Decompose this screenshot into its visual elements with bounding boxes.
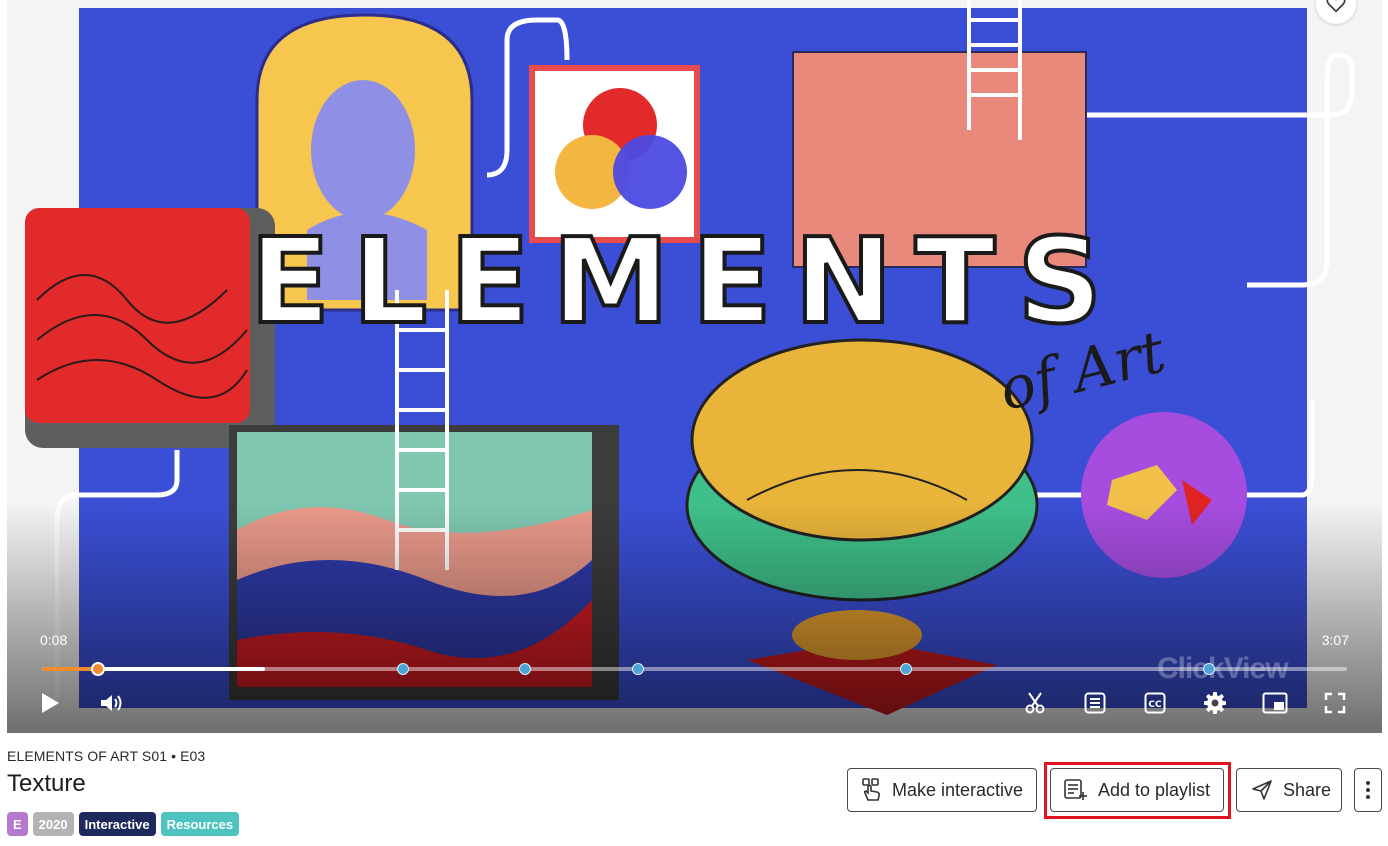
vertical-dots-icon bbox=[1366, 781, 1370, 799]
play-icon bbox=[42, 693, 59, 713]
interactive-badge: Interactive bbox=[78, 812, 156, 836]
chapter-marker[interactable] bbox=[518, 663, 531, 675]
picture-in-picture-icon bbox=[1262, 692, 1288, 714]
captions-button[interactable]: CC bbox=[1138, 686, 1172, 720]
progress-bar[interactable] bbox=[42, 662, 1347, 676]
scrubber-handle[interactable] bbox=[91, 662, 106, 676]
closed-captions-icon: CC bbox=[1144, 692, 1166, 714]
transcript-icon bbox=[1084, 692, 1106, 714]
play-button[interactable] bbox=[33, 686, 67, 720]
video-title: Texture bbox=[7, 770, 86, 797]
chapter-marker[interactable] bbox=[1202, 663, 1215, 675]
rating-badge: E bbox=[7, 812, 28, 836]
current-time: 0:08 bbox=[40, 632, 68, 648]
controls-gradient bbox=[7, 503, 1382, 733]
duration: 3:07 bbox=[1321, 632, 1349, 648]
resources-badge: Resources bbox=[160, 812, 240, 836]
share-button[interactable]: Share bbox=[1236, 768, 1342, 812]
fullscreen-icon bbox=[1324, 692, 1346, 714]
fullscreen-button[interactable] bbox=[1318, 686, 1352, 720]
scissors-icon bbox=[1025, 692, 1045, 714]
share-label: Share bbox=[1283, 779, 1332, 800]
make-interactive-button[interactable]: Make interactive bbox=[847, 768, 1037, 812]
svg-text:CC: CC bbox=[1148, 700, 1162, 710]
hand-pointer-icon bbox=[862, 778, 881, 801]
clip-button[interactable] bbox=[1018, 686, 1052, 720]
heart-icon bbox=[1326, 0, 1346, 13]
played-bar bbox=[42, 667, 99, 671]
volume-icon bbox=[101, 695, 122, 711]
svg-text:ELEMENTS: ELEMENTS bbox=[250, 212, 1125, 350]
gear-icon bbox=[1204, 692, 1226, 714]
series-episode-label: ELEMENTS OF ART S01 • E03 bbox=[7, 748, 206, 764]
chapter-marker[interactable] bbox=[899, 663, 912, 675]
video-player[interactable]: ELEMENTS of Art ClickView 0:08 3:07 CC bbox=[7, 0, 1382, 733]
volume-button[interactable] bbox=[95, 686, 129, 720]
more-options-button[interactable] bbox=[1354, 768, 1382, 812]
selection-highlight bbox=[1044, 762, 1231, 819]
send-icon bbox=[1252, 780, 1272, 800]
badge-row: E 2020 Interactive Resources bbox=[7, 812, 240, 836]
year-badge: 2020 bbox=[32, 812, 74, 836]
picture-in-picture-button[interactable] bbox=[1258, 686, 1292, 720]
make-interactive-label: Make interactive bbox=[892, 779, 1024, 800]
settings-button[interactable] bbox=[1198, 686, 1232, 720]
transcript-button[interactable] bbox=[1078, 686, 1112, 720]
